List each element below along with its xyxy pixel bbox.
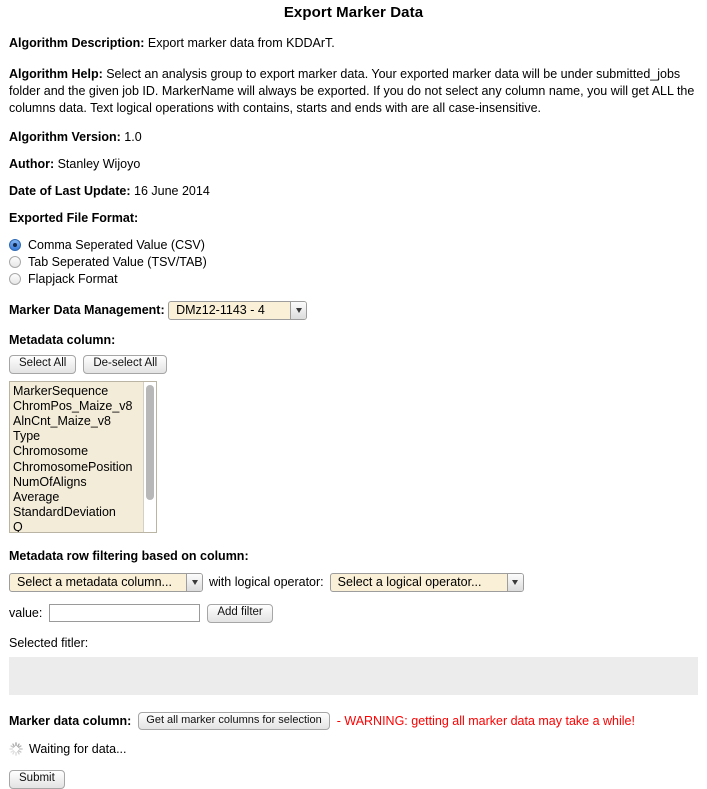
list-item[interactable]: NumOfAligns	[13, 475, 156, 490]
page-title: Export Marker Data	[283, 4, 424, 21]
algorithm-help: Algorithm Help: Select an analysis group…	[9, 66, 698, 117]
algorithm-version-label: Algorithm Version:	[9, 129, 121, 144]
marker-data-management-row: Marker Data Management: DMz12-1143 - 4	[9, 300, 698, 320]
algorithm-help-label: Algorithm Help:	[9, 66, 103, 81]
metadata-column-listbox[interactable]: MarkerSequence ChromPos_Maize_v8 AlnCnt_…	[9, 380, 157, 533]
radio-button-csv-icon[interactable]	[9, 239, 21, 251]
metadata-column-filter-select[interactable]: Select a metadata column...	[9, 572, 203, 592]
algorithm-author-value: Stanley Wijoyo	[54, 156, 141, 171]
submit-button[interactable]: Submit	[9, 769, 65, 789]
radio-button-flapjack-icon[interactable]	[9, 273, 21, 285]
exported-file-format-label: Exported File Format:	[9, 210, 139, 225]
marker-data-column-row: Marker data column: Get all marker colum…	[9, 711, 698, 730]
algorithm-author-label: Author:	[9, 156, 55, 171]
metadata-column-label: Metadata column:	[9, 332, 116, 347]
list-item[interactable]: Type	[13, 429, 156, 444]
filter-value-row: value: Add filter	[9, 603, 698, 623]
algorithm-author: Author: Stanley Wijoyo	[9, 157, 698, 171]
marker-data-management-label: Marker Data Management:	[9, 302, 165, 317]
radio-option-csv[interactable]: Comma Seperated Value (CSV)	[9, 237, 698, 254]
value-label: value:	[9, 606, 43, 620]
metadata-column-filter-selected-value: Select a metadata column...	[17, 574, 172, 589]
selected-filter-panel	[9, 656, 698, 695]
chevron-down-icon[interactable]	[506, 573, 523, 591]
exported-file-format-label-row: Exported File Format:	[9, 211, 698, 225]
list-item[interactable]: Average	[13, 490, 156, 505]
logical-operator-label: with logical operator:	[209, 575, 324, 589]
marker-data-management-select[interactable]: DMz12-1143 - 4	[168, 300, 308, 320]
marker-data-column-label: Marker data column:	[9, 713, 132, 728]
list-item[interactable]: ChromPos_Maize_v8	[13, 399, 156, 414]
algorithm-description-label: Algorithm Description:	[9, 36, 145, 50]
row-filtering-label-row: Metadata row filtering based on column:	[9, 549, 698, 563]
list-item[interactable]: ChromosomePosition	[13, 460, 156, 475]
algorithm-last-update: Date of Last Update: 16 June 2014	[9, 184, 698, 198]
list-item[interactable]: Chromosome	[13, 444, 156, 459]
logical-operator-select[interactable]: Select a logical operator...	[329, 572, 524, 592]
algorithm-version-value: 1.0	[120, 129, 142, 144]
listbox-scrollbar-thumb[interactable]	[146, 384, 154, 500]
radio-option-flapjack[interactable]: Flapjack Format	[9, 271, 698, 288]
waiting-status-text: Waiting for data...	[29, 741, 127, 756]
algorithm-description: Algorithm Description: Export marker dat…	[9, 35, 698, 52]
list-item[interactable]: Q	[13, 520, 156, 531]
row-filtering-label: Metadata row filtering based on column:	[9, 548, 249, 563]
list-item[interactable]: MarkerSequence	[13, 384, 156, 399]
listbox-scrollbar[interactable]	[143, 381, 156, 532]
algorithm-version: Algorithm Version: 1.0	[9, 130, 698, 144]
chevron-down-icon[interactable]	[186, 573, 202, 591]
filter-selects-row: Select a metadata column... with logical…	[9, 572, 698, 592]
deselect-all-button[interactable]: De-select All	[83, 354, 168, 374]
algorithm-last-update-label: Date of Last Update:	[9, 183, 131, 198]
select-all-button[interactable]: Select All	[9, 354, 77, 374]
waiting-status-row: Waiting for data...	[9, 742, 698, 756]
export-marker-data-page: Export Marker Data Algorithm Description…	[0, 4, 707, 789]
selected-filter-label: Selected fitler:	[9, 635, 89, 650]
radio-button-tsv-icon[interactable]	[9, 256, 21, 268]
marker-data-warning-text: - WARNING: getting all marker data may t…	[336, 713, 635, 728]
loading-spinner-icon	[9, 741, 23, 756]
algorithm-last-update-value: 16 June 2014	[130, 183, 210, 198]
chevron-down-icon[interactable]	[290, 301, 307, 319]
metadata-column-label-row: Metadata column:	[9, 333, 698, 347]
get-all-marker-columns-button[interactable]: Get all marker columns for selection	[138, 711, 330, 730]
algorithm-description-text: Export marker data from KDDArT.	[144, 36, 335, 50]
submit-row: Submit	[9, 769, 698, 789]
list-item[interactable]: StandardDeviation	[13, 505, 156, 520]
add-filter-button[interactable]: Add filter	[207, 603, 273, 623]
logical-operator-selected-value: Select a logical operator...	[337, 574, 482, 589]
algorithm-help-text: Select an analysis group to export marke…	[9, 66, 695, 115]
radio-label-flapjack: Flapjack Format	[28, 271, 118, 286]
radio-option-tsv[interactable]: Tab Seperated Value (TSV/TAB)	[9, 254, 698, 271]
marker-data-management-selected-value: DMz12-1143 - 4	[176, 302, 265, 317]
filter-value-input[interactable]	[49, 604, 201, 622]
list-item[interactable]: AlnCnt_Maize_v8	[13, 414, 156, 429]
radio-label-csv: Comma Seperated Value (CSV)	[28, 237, 205, 252]
metadata-column-listbox-items: MarkerSequence ChromPos_Maize_v8 AlnCnt_…	[10, 382, 156, 532]
metadata-column-buttons: Select All De-select All	[9, 354, 698, 374]
exported-file-format-radio-group: Comma Seperated Value (CSV) Tab Seperate…	[9, 237, 698, 288]
radio-label-tsv: Tab Seperated Value (TSV/TAB)	[28, 254, 207, 269]
